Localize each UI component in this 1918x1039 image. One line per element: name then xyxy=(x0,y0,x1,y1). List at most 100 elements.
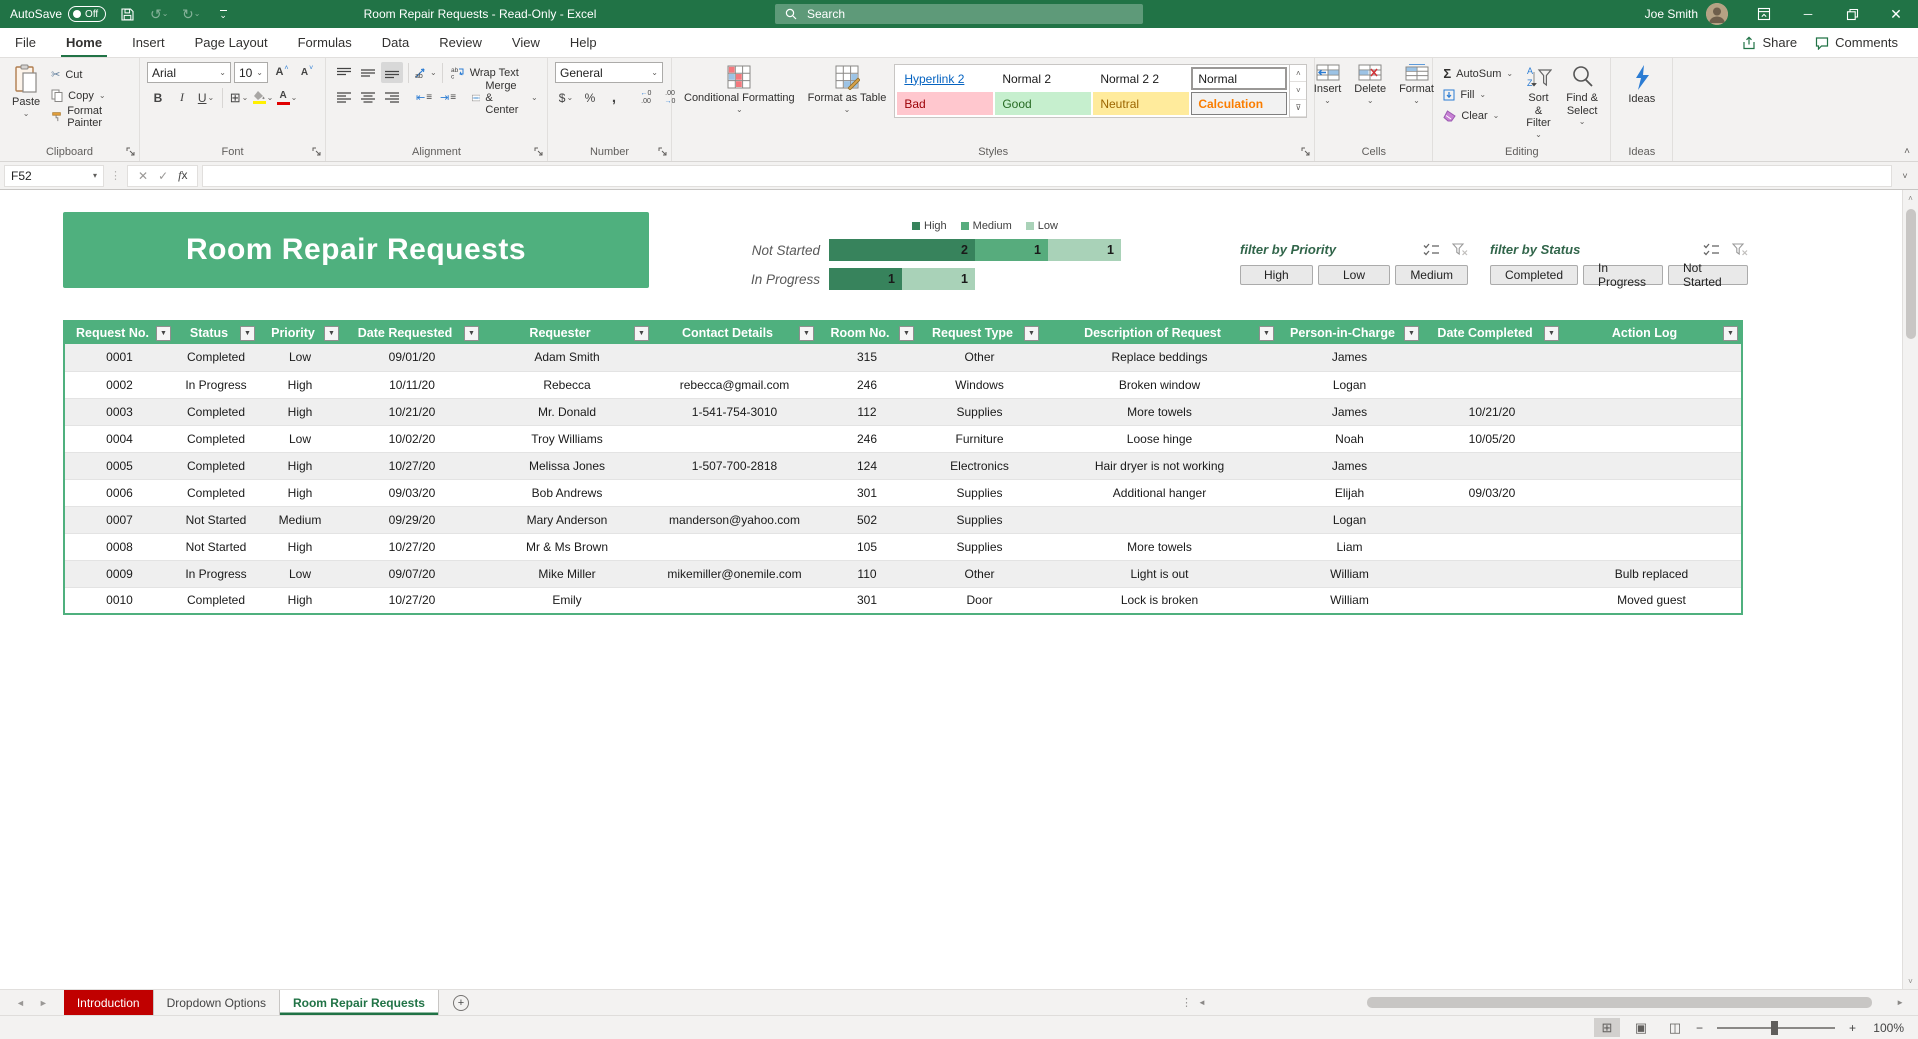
filter-button-room-no[interactable]: ▼ xyxy=(899,326,914,341)
cell-r3-c10[interactable]: James xyxy=(1277,398,1422,425)
align-center-button[interactable] xyxy=(357,87,379,108)
slicer-button-medium[interactable]: Medium xyxy=(1395,265,1468,285)
namebox-splitter[interactable]: ⋮ xyxy=(108,169,123,182)
underline-button[interactable]: U⌄ xyxy=(195,87,217,108)
cell-r3-c4[interactable]: 10/21/20 xyxy=(342,398,482,425)
cell-r6-c1[interactable]: 0006 xyxy=(64,479,174,506)
style-chip-normal-2-2[interactable]: Normal 2 2 xyxy=(1093,67,1189,90)
bottom-align-button[interactable] xyxy=(381,62,403,83)
cell-r7-c3[interactable]: Medium xyxy=(258,506,342,533)
cell-r7-c11[interactable] xyxy=(1422,506,1562,533)
cell-r2-c1[interactable]: 0002 xyxy=(64,371,174,398)
table-row-6[interactable]: 0006CompletedHigh09/03/20Bob Andrews301S… xyxy=(64,479,1742,506)
cell-r4-c7[interactable]: 246 xyxy=(817,425,917,452)
cell-r4-c8[interactable]: Furniture xyxy=(917,425,1042,452)
scroll-down-arrow-icon[interactable]: ˅ xyxy=(1903,973,1918,989)
insert-cells-button[interactable]: Insert ⌄ xyxy=(1309,62,1347,105)
styles-dialog-launcher[interactable] xyxy=(1301,147,1311,157)
cell-r10-c12[interactable]: Moved guest xyxy=(1562,587,1742,614)
slicer-button-completed[interactable]: Completed xyxy=(1490,265,1578,285)
cell-r4-c3[interactable]: Low xyxy=(258,425,342,452)
tab-help[interactable]: Help xyxy=(555,28,612,57)
tab-data[interactable]: Data xyxy=(367,28,424,57)
cell-r1-c11[interactable] xyxy=(1422,344,1562,371)
expand-formula-bar-button[interactable]: ˅ xyxy=(1896,171,1914,181)
style-chip-hyperlink-2[interactable]: Hyperlink 2 xyxy=(897,67,993,90)
cell-r9-c9[interactable]: Light is out xyxy=(1042,560,1277,587)
cell-r5-c2[interactable]: Completed xyxy=(174,452,258,479)
style-chip-neutral[interactable]: Neutral xyxy=(1093,92,1189,115)
cell-r7-c8[interactable]: Supplies xyxy=(917,506,1042,533)
cell-r6-c2[interactable]: Completed xyxy=(174,479,258,506)
cell-r1-c12[interactable] xyxy=(1562,344,1742,371)
collapse-ribbon-button[interactable]: ˄ xyxy=(1904,146,1910,157)
cell-r7-c7[interactable]: 502 xyxy=(817,506,917,533)
cell-r5-c3[interactable]: High xyxy=(258,452,342,479)
tab-view[interactable]: View xyxy=(497,28,555,57)
middle-align-button[interactable] xyxy=(357,62,379,83)
cell-r10-c11[interactable] xyxy=(1422,587,1562,614)
table-row-9[interactable]: 0009In ProgressLow09/07/20Mike Millermik… xyxy=(64,560,1742,587)
ribbon-display-options-button[interactable] xyxy=(1742,0,1786,28)
column-header-requester[interactable]: Requester▼ xyxy=(482,321,652,344)
cut-button[interactable]: ✂Cut xyxy=(48,64,132,85)
cell-r4-c12[interactable] xyxy=(1562,425,1742,452)
cell-r6-c11[interactable]: 09/03/20 xyxy=(1422,479,1562,506)
filter-button-date-completed[interactable]: ▼ xyxy=(1544,326,1559,341)
filter-button-requester[interactable]: ▼ xyxy=(634,326,649,341)
autosave-toggle[interactable]: AutoSave Off xyxy=(10,6,106,22)
normal-view-button[interactable]: ⊞ xyxy=(1594,1018,1620,1037)
cell-r9-c5[interactable]: Mike Miller xyxy=(482,560,652,587)
worksheet[interactable]: Room Repair Requests HighMediumLowNot St… xyxy=(0,190,1918,989)
slicer-filter-by-status[interactable]: filter by StatusCompletedIn ProgressNot … xyxy=(1490,240,1748,285)
cell-r9-c1[interactable]: 0009 xyxy=(64,560,174,587)
cell-r7-c4[interactable]: 09/29/20 xyxy=(342,506,482,533)
tab-review[interactable]: Review xyxy=(424,28,497,57)
delete-cells-button[interactable]: Delete ⌄ xyxy=(1349,62,1391,105)
customize-quick-access-button[interactable]: ⌄ xyxy=(212,3,234,25)
cell-r6-c6[interactable] xyxy=(652,479,817,506)
sheet-tab-room-repair-requests[interactable]: Room Repair Requests xyxy=(280,990,439,1015)
decrease-font-size-button[interactable]: A˅ xyxy=(296,62,318,83)
cell-r8-c8[interactable]: Supplies xyxy=(917,533,1042,560)
cell-r1-c10[interactable]: James xyxy=(1277,344,1422,371)
previous-sheet-button[interactable]: ◄ xyxy=(16,998,25,1008)
gallery-scroll-down-button[interactable]: ˅ xyxy=(1290,82,1306,99)
cell-r2-c5[interactable]: Rebecca xyxy=(482,371,652,398)
column-header-date-completed[interactable]: Date Completed▼ xyxy=(1422,321,1562,344)
cell-r3-c9[interactable]: More towels xyxy=(1042,398,1277,425)
new-sheet-button[interactable]: + xyxy=(439,990,483,1015)
filter-button-request-no[interactable]: ▼ xyxy=(156,326,171,341)
zoom-slider-thumb[interactable] xyxy=(1771,1021,1778,1035)
cell-r4-c2[interactable]: Completed xyxy=(174,425,258,452)
sort-filter-button[interactable]: AZ Sort & Filter ⌄ xyxy=(1519,62,1558,140)
column-header-priority[interactable]: Priority▼ xyxy=(258,321,342,344)
clipboard-dialog-launcher[interactable] xyxy=(126,147,136,157)
column-header-status[interactable]: Status▼ xyxy=(174,321,258,344)
slicer-button-not-started[interactable]: Not Started xyxy=(1668,265,1748,285)
column-header-room-no[interactable]: Room No.▼ xyxy=(817,321,917,344)
slicer-button-low[interactable]: Low xyxy=(1318,265,1391,285)
cell-r8-c1[interactable]: 0008 xyxy=(64,533,174,560)
cell-r2-c6[interactable]: rebecca@gmail.com xyxy=(652,371,817,398)
font-size-select[interactable]: 10⌄ xyxy=(234,62,268,83)
paste-button[interactable]: Paste ⌄ xyxy=(7,62,45,118)
cell-r7-c10[interactable]: Logan xyxy=(1277,506,1422,533)
vertical-scroll-thumb[interactable] xyxy=(1906,209,1916,339)
cell-r5-c6[interactable]: 1-507-700-2818 xyxy=(652,452,817,479)
cell-r9-c4[interactable]: 09/07/20 xyxy=(342,560,482,587)
cell-r4-c6[interactable] xyxy=(652,425,817,452)
cell-r2-c4[interactable]: 10/11/20 xyxy=(342,371,482,398)
font-color-button[interactable]: A⌄ xyxy=(276,87,298,108)
cell-r5-c1[interactable]: 0005 xyxy=(64,452,174,479)
format-as-table-button[interactable]: Format as Table ⌄ xyxy=(803,62,892,114)
enter-button[interactable]: ✓ xyxy=(158,169,168,183)
table-row-8[interactable]: 0008Not StartedHigh10/27/20Mr & Ms Brown… xyxy=(64,533,1742,560)
cell-r5-c4[interactable]: 10/27/20 xyxy=(342,452,482,479)
page-layout-view-button[interactable]: ▣ xyxy=(1628,1018,1654,1037)
horizontal-scrollbar[interactable]: ◄ ► xyxy=(1198,990,1918,1015)
scroll-right-arrow-icon[interactable]: ► xyxy=(1896,998,1904,1007)
cell-r1-c1[interactable]: 0001 xyxy=(64,344,174,371)
sheet-tab-dropdown-options[interactable]: Dropdown Options xyxy=(154,990,280,1015)
cell-r8-c5[interactable]: Mr & Ms Brown xyxy=(482,533,652,560)
